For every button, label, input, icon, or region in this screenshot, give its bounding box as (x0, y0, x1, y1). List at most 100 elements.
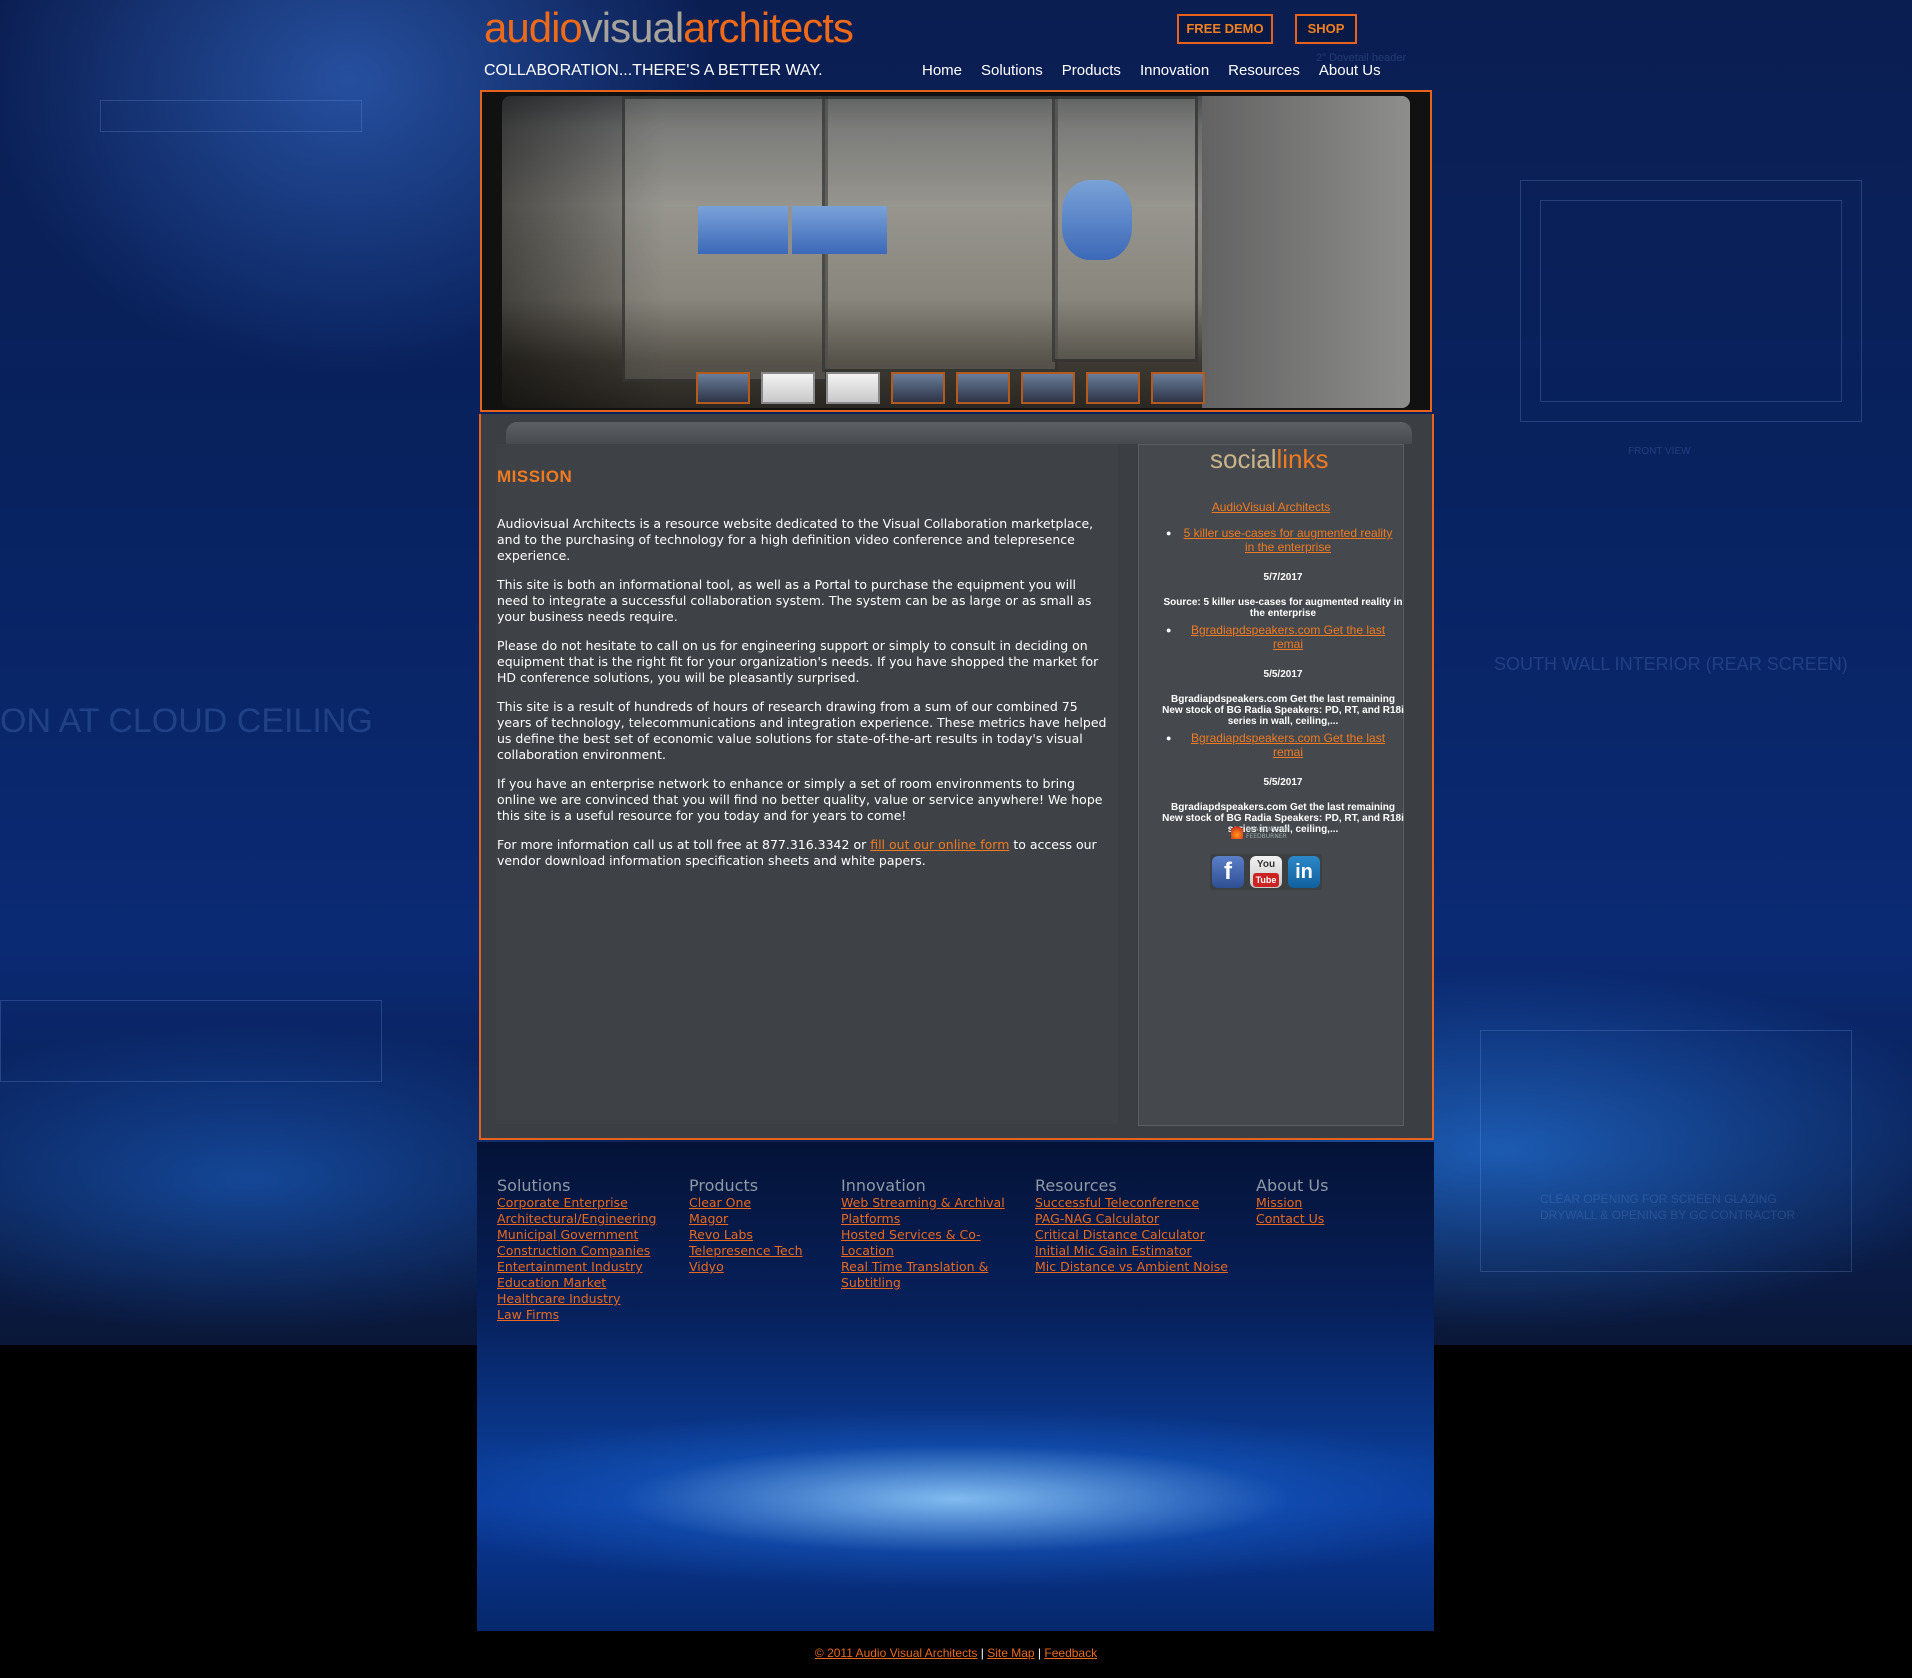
footer-link[interactable]: Mission (1256, 1195, 1328, 1211)
nav-about-us[interactable]: About Us (1319, 62, 1381, 79)
globe-display (1062, 180, 1132, 260)
main-nav: Home Solutions Products Innovation Resou… (922, 62, 1381, 79)
footer-link[interactable]: Law Firms (497, 1307, 656, 1323)
hero-image (502, 96, 1410, 408)
footer-link[interactable]: Successful Teleconference (1035, 1195, 1228, 1211)
slide-thumbnail[interactable] (956, 372, 1010, 404)
feed-item: ● Bgradiapdspeakers.com Get the last rem… (1162, 623, 1404, 727)
slide-thumbnail[interactable] (891, 372, 945, 404)
footer-link[interactable]: Education Market (497, 1275, 656, 1291)
blueprint-label: CLEAR OPENING FOR SCREEN GLAZING (1540, 1192, 1777, 1206)
footer-link[interactable]: Corporate Enterprise (497, 1195, 656, 1211)
free-demo-button[interactable]: FREE DEMO (1177, 14, 1273, 44)
footer-link[interactable]: Contact Us (1256, 1211, 1328, 1227)
footer-link[interactable]: Healthcare Industry (497, 1291, 656, 1307)
social-icons: f You Tube in (1210, 854, 1322, 890)
copyright-link[interactable]: © 2011 Audio Visual Architects (815, 1646, 978, 1660)
online-form-link[interactable]: fill out our online form (870, 837, 1009, 852)
bullet-icon: ● (1166, 625, 1172, 635)
nav-products[interactable]: Products (1062, 62, 1121, 79)
feed-title-link[interactable]: AudioVisual Architects (1138, 500, 1404, 514)
footer-heading: Innovation (841, 1176, 926, 1195)
mission-paragraph: This site is both an informational tool,… (497, 577, 1092, 624)
footer-column-resources: Resources Successful Teleconference PAG-… (1035, 1177, 1228, 1275)
blueprint-frame (0, 1000, 382, 1082)
slide-thumbnail[interactable] (1151, 372, 1205, 404)
slide-thumbnail[interactable] (1021, 372, 1075, 404)
blueprint-label: ON AT CLOUD CEILING (0, 702, 373, 740)
feed-item-date: 5/5/2017 (1263, 669, 1303, 680)
mission-paragraph: If you have an enterprise network to enh… (497, 776, 1103, 823)
site-logo[interactable]: audiovisualarchitects (484, 4, 854, 52)
youtube-icon-top: You (1256, 859, 1276, 870)
footer-link[interactable]: PAG-NAG Calculator (1035, 1211, 1228, 1227)
news-feed: ● 5 killer use-cases for augmented reali… (1162, 526, 1404, 841)
site-map-link[interactable]: Site Map (987, 1646, 1034, 1660)
logo-visual: visual (581, 4, 684, 51)
footer-column-products: Products Clear One Magor Revo Labs Telep… (689, 1177, 803, 1275)
footer-link[interactable]: Web Streaming & Archival Platforms (841, 1195, 1021, 1227)
blueprint-frame (100, 100, 362, 132)
video-wall-screen (698, 206, 788, 254)
feed-item-link[interactable]: Bgradiapdspeakers.com Get the last remai (1178, 731, 1398, 759)
social-links-heading: sociallinks (1210, 444, 1329, 475)
slide-thumbnail[interactable] (696, 372, 750, 404)
panel-header-bar (506, 422, 1412, 444)
blueprint-label: FRONT VIEW (1628, 446, 1691, 457)
nav-innovation[interactable]: Innovation (1140, 62, 1209, 79)
footer-link[interactable]: Architectural/Engineering (497, 1211, 656, 1227)
room-wall (1202, 96, 1410, 408)
feedburner-label: HEADLINES BY FEEDBURNER (1246, 826, 1290, 840)
mission-text: Audiovisual Architects is a resource web… (497, 516, 1107, 882)
links-heading-part: links (1276, 444, 1329, 474)
footer-link[interactable]: Entertainment Industry (497, 1259, 656, 1275)
blueprint-frame (1540, 200, 1842, 402)
footer-heading: Products (689, 1176, 759, 1195)
footer-link[interactable]: Hosted Services & Co-Location (841, 1227, 1021, 1259)
mission-paragraph: This site is a result of hundreds of hou… (497, 699, 1107, 762)
nav-resources[interactable]: Resources (1228, 62, 1300, 79)
feedburner-badge[interactable]: HEADLINES BY FEEDBURNER (1228, 824, 1308, 840)
bullet-icon: ● (1166, 733, 1172, 743)
tagline: COLLABORATION...THERE'S A BETTER WAY. (484, 62, 823, 79)
mission-contact-paragraph: For more information call us at toll fre… (497, 837, 1107, 869)
footer-link[interactable]: Clear One (689, 1195, 803, 1211)
footer-column-solutions: Solutions Corporate Enterprise Architect… (497, 1177, 656, 1323)
feed-item-summary: Source: 5 killer use-cases for augmented… (1163, 597, 1403, 619)
footer-link[interactable]: Telepresence Tech (689, 1243, 803, 1259)
facebook-icon[interactable]: f (1212, 856, 1244, 888)
logo-audio: audio (484, 4, 583, 51)
video-wall-screen (792, 206, 887, 254)
nav-home[interactable]: Home (922, 62, 962, 79)
feed-item-link[interactable]: 5 killer use-cases for augmented reality… (1178, 526, 1398, 554)
feedback-link[interactable]: Feedback (1044, 1646, 1097, 1660)
logo-architects: architects (683, 4, 854, 51)
feed-item: ● 5 killer use-cases for augmented reali… (1162, 526, 1404, 619)
youtube-icon[interactable]: You Tube (1250, 856, 1282, 888)
blueprint-label: SOUTH WALL INTERIOR (REAR SCREEN) (1494, 654, 1848, 674)
slide-thumbnail[interactable] (826, 372, 880, 404)
slide-thumbnail[interactable] (761, 372, 815, 404)
footer-link[interactable]: Vidyo (689, 1259, 803, 1275)
copyright-bar: © 2011 Audio Visual Architects | Site Ma… (0, 1646, 1912, 1660)
footer-link[interactable]: Critical Distance Calculator (1035, 1227, 1228, 1243)
feed-item-date: 5/7/2017 (1263, 572, 1303, 583)
footer-link[interactable]: Magor (689, 1211, 803, 1227)
footer-heading: Solutions (497, 1176, 571, 1195)
footer-heading: About Us (1256, 1176, 1329, 1195)
footer-link[interactable]: Construction Companies (497, 1243, 656, 1259)
slide-thumbnail[interactable] (1086, 372, 1140, 404)
feed-item-link[interactable]: Bgradiapdspeakers.com Get the last remai (1178, 623, 1398, 651)
shop-button[interactable]: SHOP (1295, 14, 1357, 44)
footer-link[interactable]: Municipal Government (497, 1227, 656, 1243)
footer-link[interactable]: Initial Mic Gain Estimator (1035, 1243, 1228, 1259)
social-heading-part: social (1210, 444, 1277, 474)
footer-link[interactable]: Real Time Translation & Subtitling (841, 1259, 1021, 1291)
linkedin-icon[interactable]: in (1288, 856, 1320, 888)
separator: | (980, 1646, 984, 1660)
nav-solutions[interactable]: Solutions (981, 62, 1043, 79)
blueprint-frame (1480, 1030, 1852, 1272)
footer-link[interactable]: Revo Labs (689, 1227, 803, 1243)
footer-link[interactable]: Mic Distance vs Ambient Noise (1035, 1259, 1228, 1275)
mission-paragraph: Please do not hesitate to call on us for… (497, 638, 1099, 685)
